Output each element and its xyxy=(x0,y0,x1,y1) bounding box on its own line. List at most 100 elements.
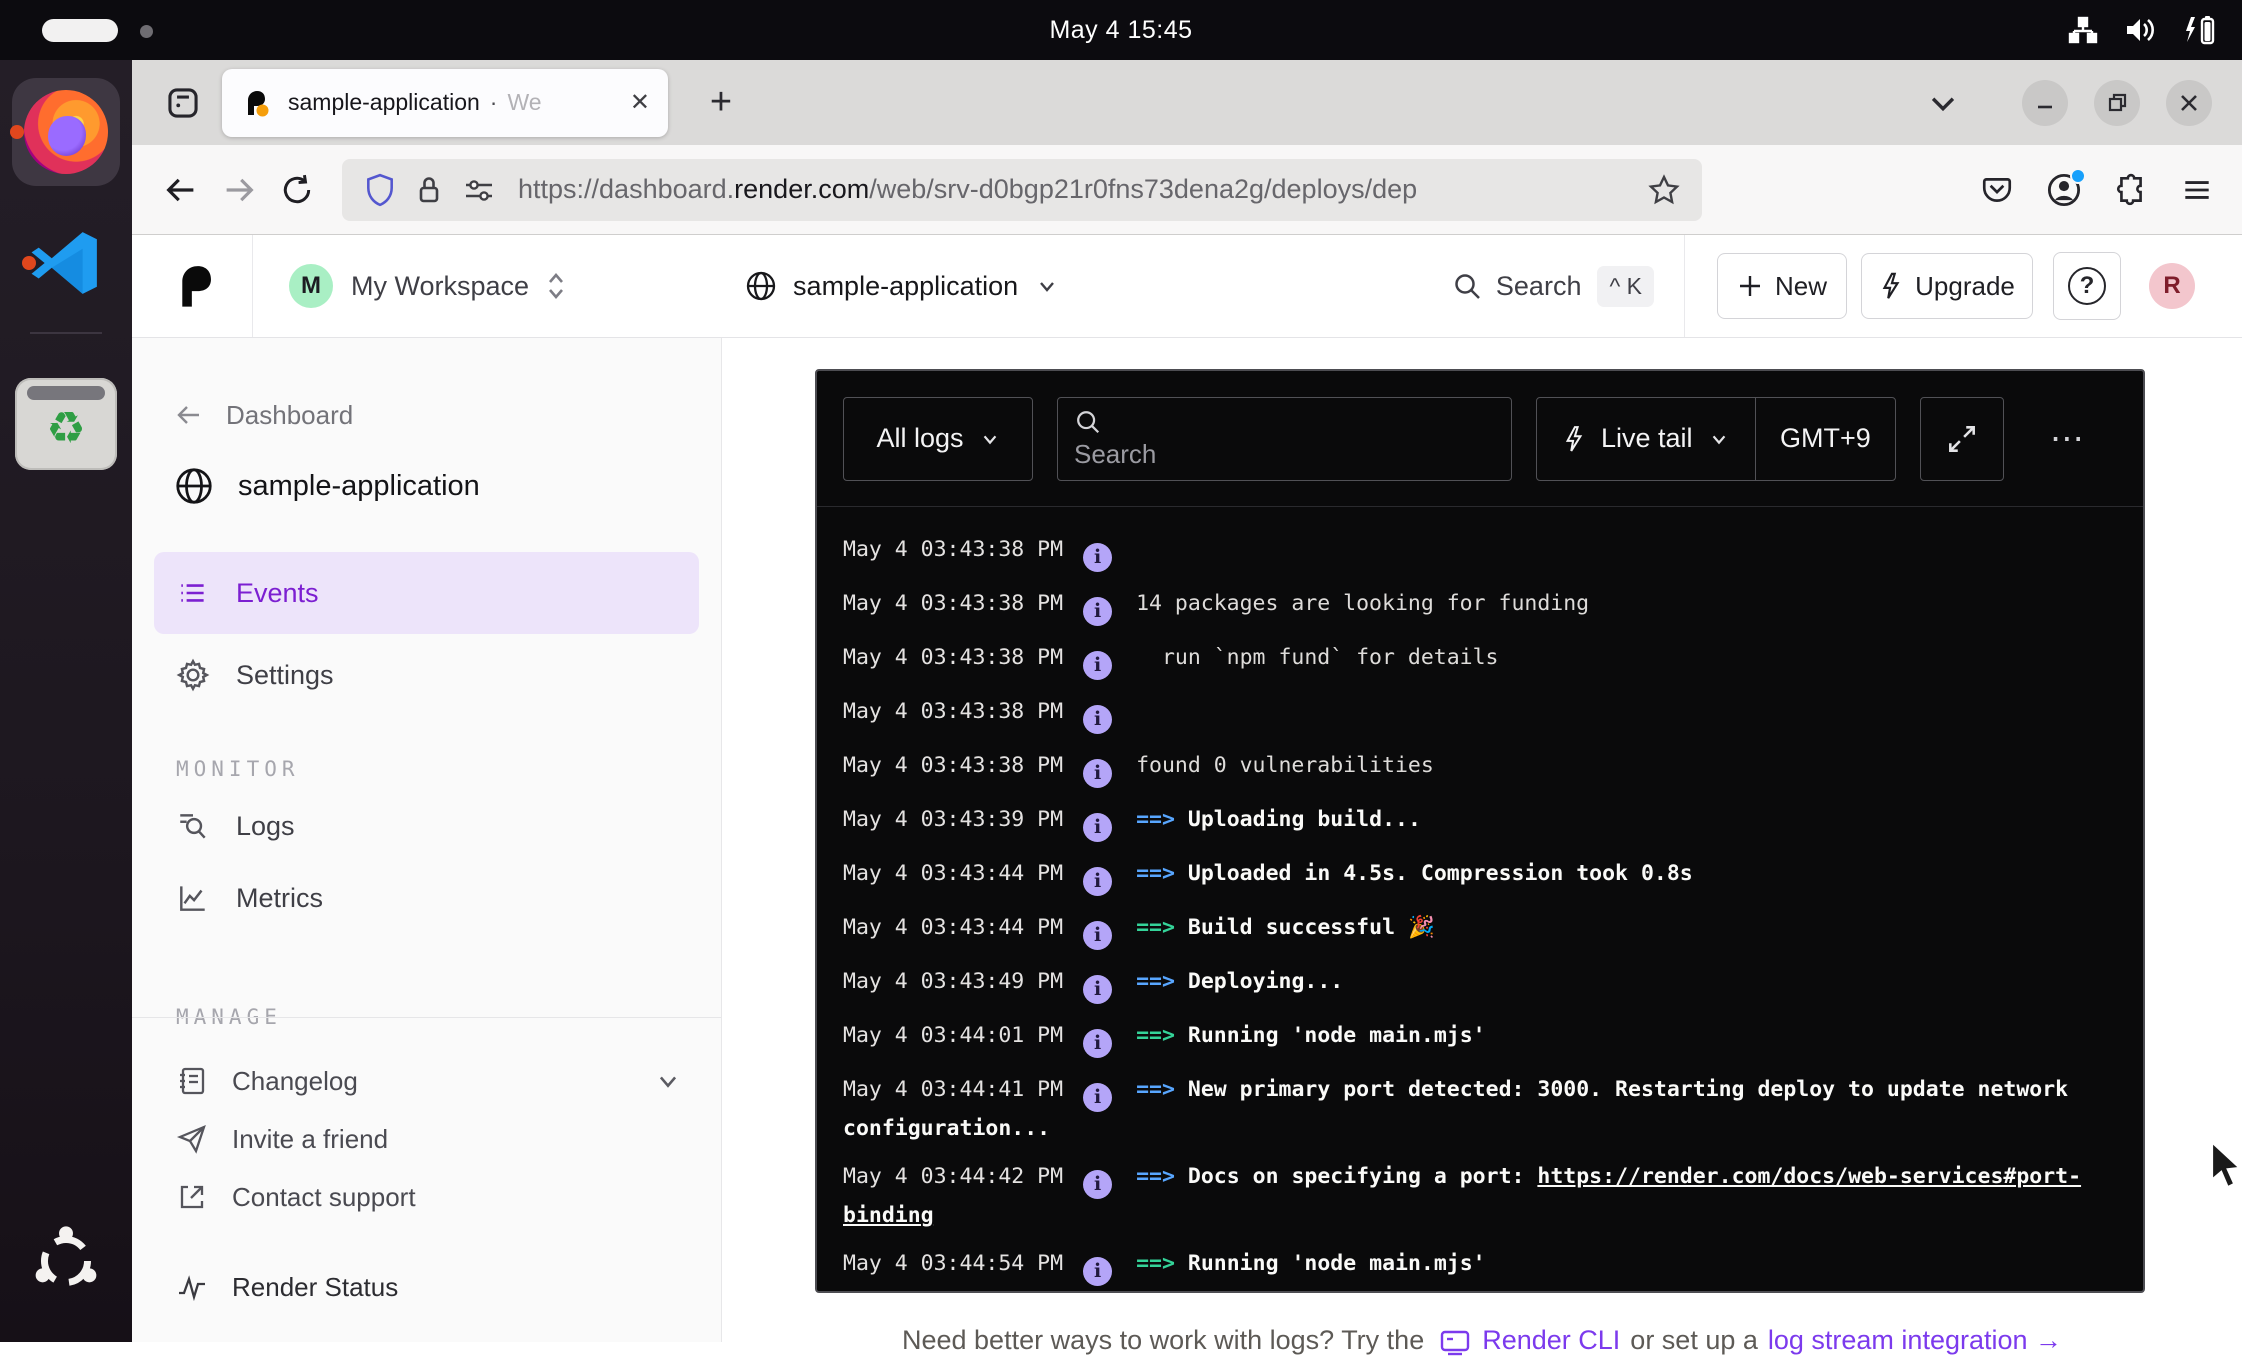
network-icon xyxy=(2068,15,2098,45)
mouse-cursor xyxy=(2208,1140,2242,1192)
log-row[interactable]: May 4 03:43:39 PMi==>Uploading build... xyxy=(843,803,2117,842)
sidebar-item-metrics[interactable]: Metrics xyxy=(154,862,699,934)
log-row[interactable]: May 4 03:43:49 PMi==>Deploying... xyxy=(843,965,2117,1004)
log-row[interactable]: May 4 03:43:38 PMi run `npm fund` for de… xyxy=(843,641,2117,680)
log-row[interactable]: May 4 03:44:42 PMi==>Docs on specifying … xyxy=(843,1160,2117,1232)
info-icon[interactable]: i xyxy=(1083,867,1112,896)
restore-button[interactable] xyxy=(2094,80,2140,126)
workspace-selector[interactable]: M My Workspace xyxy=(289,264,567,308)
log-message: found 0 vulnerabilities xyxy=(1136,753,1434,778)
sidebar-item-settings[interactable]: Settings xyxy=(154,634,699,716)
live-tail-dropdown[interactable]: Live tail xyxy=(1537,398,1755,480)
sidebar-back-dashboard[interactable]: Dashboard xyxy=(132,390,721,440)
workspace-dot[interactable] xyxy=(140,25,153,38)
log-row[interactable]: May 4 03:44:41 PMi==>New primary port de… xyxy=(843,1073,2117,1145)
system-status-icons[interactable] xyxy=(2068,0,2216,60)
info-icon[interactable]: i xyxy=(1083,813,1112,842)
dock-item-vscode[interactable] xyxy=(12,220,120,306)
info-icon[interactable]: i xyxy=(1083,1170,1112,1199)
info-icon[interactable]: i xyxy=(1083,543,1112,572)
extensions-icon[interactable] xyxy=(2114,173,2148,207)
sidebar-item-invite[interactable]: Invite a friend xyxy=(132,1110,721,1168)
global-search[interactable]: Search ^ K xyxy=(1452,266,1654,307)
info-icon[interactable]: i xyxy=(1083,1257,1112,1286)
log-row[interactable]: May 4 03:43:38 PM i xyxy=(843,533,2117,572)
close-window-button[interactable] xyxy=(2166,80,2212,126)
render-cli-link[interactable]: Render CLI xyxy=(1482,1325,1620,1356)
trash-lid xyxy=(27,386,105,400)
forward-button[interactable] xyxy=(210,161,268,219)
lock-icon[interactable] xyxy=(414,174,444,206)
shield-icon[interactable] xyxy=(364,173,396,207)
system-clock[interactable]: May 4 15:45 xyxy=(1049,16,1192,45)
bookmark-star-icon[interactable] xyxy=(1648,174,1680,206)
info-icon[interactable]: i xyxy=(1083,975,1112,1004)
upgrade-button[interactable]: Upgrade xyxy=(1861,253,2033,319)
reload-button[interactable] xyxy=(268,161,326,219)
service-selector[interactable]: sample-application xyxy=(745,270,1058,302)
sidebar-item-changelog[interactable]: Changelog xyxy=(132,1052,721,1110)
log-stream-link[interactable]: log stream integration → xyxy=(1768,1325,2062,1356)
log-arrow: ==> xyxy=(1136,1077,1175,1102)
menu-icon[interactable] xyxy=(2180,173,2214,207)
chevron-down-icon xyxy=(655,1068,681,1094)
back-label: Dashboard xyxy=(226,400,353,431)
back-button[interactable] xyxy=(152,161,210,219)
dock-item-firefox[interactable] xyxy=(0,60,132,186)
timezone-button[interactable]: GMT+9 xyxy=(1756,398,1895,480)
log-list[interactable]: May 4 03:43:38 PMiMay 4 03:43:38 PMi14 p… xyxy=(817,507,2143,1291)
dock-item-trash[interactable]: ♻ xyxy=(0,356,132,470)
log-row[interactable]: May 4 03:44:01 PMi==>Running 'node main.… xyxy=(843,1019,2117,1058)
log-filter-dropdown[interactable]: All logs xyxy=(843,397,1033,481)
url-bar[interactable]: https://dashboard.render.com/web/srv-d0b… xyxy=(342,159,1702,221)
tab-close-icon[interactable]: ✕ xyxy=(630,88,650,117)
info-icon[interactable]: i xyxy=(1083,705,1112,734)
render-dashboard-page: M My Workspace sample-application xyxy=(132,235,2242,1342)
more-options-button[interactable]: ⋯ xyxy=(2050,419,2087,459)
sidebar-item-logs[interactable]: Logs xyxy=(154,790,699,862)
log-row[interactable]: May 4 03:43:44 PMi==>Build successful 🎉 xyxy=(843,911,2117,950)
running-indicator xyxy=(10,125,24,139)
log-timestamp: May 4 03:43:49 PM xyxy=(843,969,1063,994)
ubuntu-logo[interactable] xyxy=(25,1220,107,1302)
pocket-icon[interactable] xyxy=(1980,173,2014,207)
workspace-pill[interactable] xyxy=(42,19,118,42)
sidebar-item-contact-support[interactable]: Contact support xyxy=(132,1168,721,1226)
info-icon[interactable]: i xyxy=(1083,1083,1112,1112)
user-avatar[interactable]: R xyxy=(2149,263,2195,309)
url-text[interactable]: https://dashboard.render.com/web/srv-d0b… xyxy=(518,174,1648,205)
log-message: Running 'node main.mjs' xyxy=(1188,1251,1486,1276)
sidebar-item-events[interactable]: Events xyxy=(154,552,699,634)
log-arrow: ==> xyxy=(1136,969,1175,994)
list-all-tabs-icon[interactable] xyxy=(1926,86,1960,120)
log-row[interactable]: May 4 03:43:44 PMi==>Uploaded in 4.5s. C… xyxy=(843,857,2117,896)
account-icon[interactable] xyxy=(2046,172,2082,208)
expand-logs-button[interactable] xyxy=(1920,397,2004,481)
events-list-icon xyxy=(176,576,210,610)
log-row[interactable]: May 4 03:43:38 PMi xyxy=(843,695,2117,734)
log-timestamp: May 4 03:43:38 PM xyxy=(843,537,1063,562)
log-row[interactable]: May 4 03:43:38 PMi14 packages are lookin… xyxy=(843,587,2117,626)
log-search-input[interactable] xyxy=(1074,439,1495,470)
service-name: sample-application xyxy=(793,271,1018,302)
log-row[interactable]: May 4 03:44:54 PMi==>Running 'node main.… xyxy=(843,1247,2117,1286)
info-icon[interactable]: i xyxy=(1083,759,1112,788)
help-button[interactable]: ? xyxy=(2053,252,2121,320)
new-tab-button[interactable]: + xyxy=(694,76,748,130)
info-icon[interactable]: i xyxy=(1083,597,1112,626)
info-icon[interactable]: i xyxy=(1083,921,1112,950)
sidebar-item-render-status[interactable]: Render Status xyxy=(132,1258,721,1316)
render-logo[interactable] xyxy=(172,261,222,311)
new-button[interactable]: New xyxy=(1717,253,1847,319)
log-search-box[interactable] xyxy=(1057,397,1512,481)
info-icon[interactable]: i xyxy=(1083,1029,1112,1058)
log-row[interactable]: May 4 03:43:38 PMifound 0 vulnerabilitie… xyxy=(843,749,2117,788)
live-tail-group: Live tail GMT+9 xyxy=(1536,397,1896,481)
permissions-icon[interactable] xyxy=(462,175,496,205)
firefox-view-icon[interactable] xyxy=(154,74,212,132)
info-icon[interactable]: i xyxy=(1083,651,1112,680)
sidebar-service-title[interactable]: sample-application xyxy=(132,456,721,516)
browser-tab[interactable]: sample-application · We ✕ xyxy=(222,69,668,137)
minimize-button[interactable] xyxy=(2022,80,2068,126)
external-link-icon xyxy=(176,1181,208,1213)
